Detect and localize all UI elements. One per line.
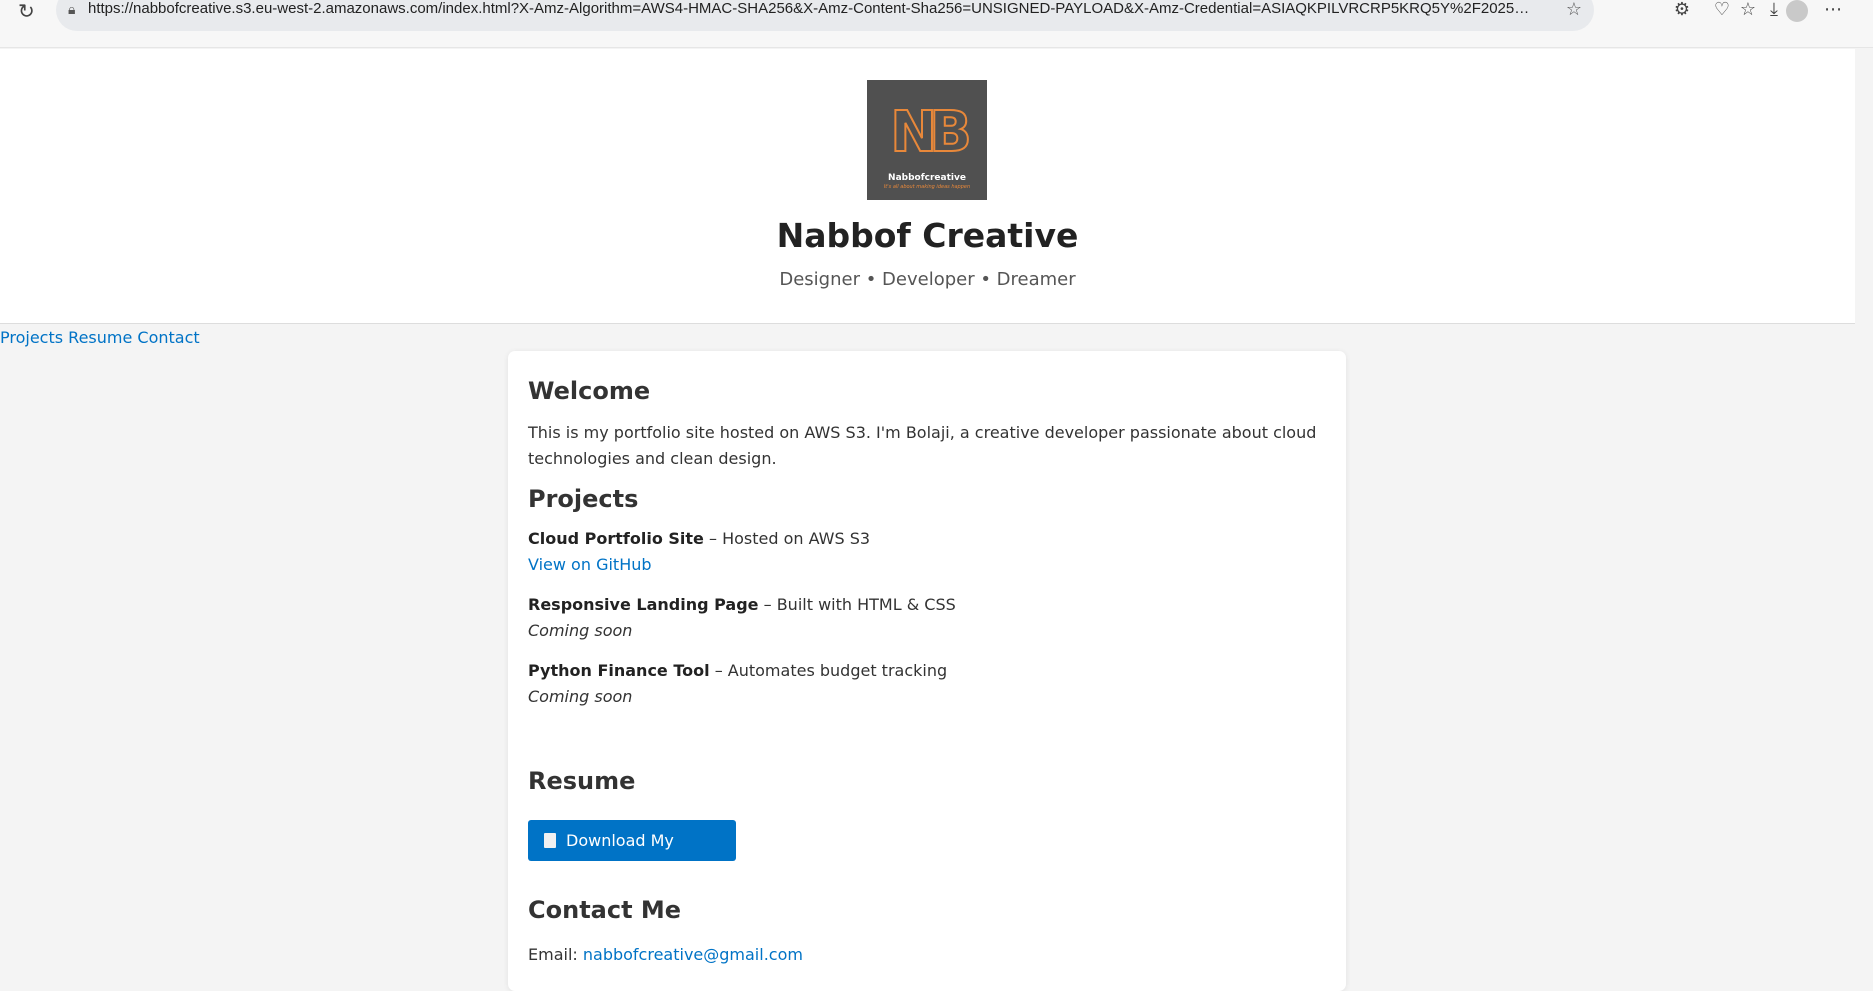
project-name: Cloud Portfolio Site (528, 529, 704, 548)
url-text[interactable]: https://nabbofcreative.s3.eu-west-2.amaz… (88, 0, 1534, 20)
project-name: Responsive Landing Page (528, 595, 759, 614)
email-link[interactable]: nabbofcreative@gmail.com (583, 945, 803, 964)
downloads-icon[interactable]: ⤓ (1761, 0, 1787, 22)
logo-mark: NB (889, 100, 973, 165)
browser-toolbar: ↻ 🔒︎ https://nabbofcreative.s3.eu-west-2… (0, 0, 1873, 48)
download-resume-button[interactable]: Download My Resume (528, 820, 736, 891)
site-header: NB Nabbofcreative It's all about making … (0, 49, 1855, 324)
content-card: Welcome This is my portfolio site hosted… (508, 351, 1346, 991)
favorite-star-icon[interactable]: ☆ (1566, 0, 1582, 20)
favorites-icon[interactable]: ☆ (1735, 0, 1761, 22)
contact-heading: Contact Me (528, 896, 682, 924)
extensions-icon[interactable]: ⚙ (1669, 0, 1695, 22)
browser-essentials-icon[interactable]: ♡ (1709, 0, 1735, 22)
site-title: Nabbof Creative (776, 216, 1079, 255)
project-status: Coming soon (528, 687, 633, 706)
project-desc: – Built with HTML & CSS (758, 595, 956, 614)
main-nav: Projects Resume Contact (0, 328, 200, 350)
site-logo: NB Nabbofcreative It's all about making … (867, 80, 987, 200)
document-icon (544, 833, 556, 848)
resume-heading: Resume (528, 767, 636, 795)
contact-email: Email: nabbofcreative@gmail.com (528, 945, 803, 964)
project-item: Responsive Landing Page – Built with HTM… (528, 595, 956, 614)
logo-tagline: It's all about making ideas happen (883, 184, 971, 190)
profile-avatar[interactable] (1786, 0, 1808, 22)
project-item: Cloud Portfolio Site – Hosted on AWS S3 (528, 529, 870, 548)
more-menu-icon[interactable]: ⋯ (1820, 0, 1846, 22)
project-name: Python Finance Tool (528, 661, 710, 680)
address-bar[interactable]: 🔒︎ https://nabbofcreative.s3.eu-west-2.a… (56, 0, 1594, 31)
site-tagline: Designer • Developer • Dreamer (779, 269, 1076, 290)
logo-name: Nabbofcreative (888, 173, 966, 183)
project-desc: – Automates budget tracking (709, 661, 948, 680)
nav-link-projects[interactable]: Projects (0, 328, 63, 347)
download-resume-label: Download My Resume (544, 831, 674, 891)
nav-link-resume[interactable]: Resume (68, 328, 132, 347)
project-desc: – Hosted on AWS S3 (703, 529, 871, 548)
reload-icon[interactable]: ↻ (18, 0, 40, 22)
github-link[interactable]: View on GitHub (528, 555, 652, 574)
project-status: Coming soon (528, 621, 633, 640)
lock-icon[interactable]: 🔒︎ (68, 2, 86, 20)
projects-heading: Projects (528, 485, 639, 513)
welcome-text: This is my portfolio site hosted on AWS … (528, 423, 1317, 468)
nav-link-contact[interactable]: Contact (137, 328, 199, 347)
email-label: Email: (528, 945, 583, 964)
welcome-heading: Welcome (528, 377, 651, 405)
project-item: Python Finance Tool – Automates budget t… (528, 661, 947, 680)
